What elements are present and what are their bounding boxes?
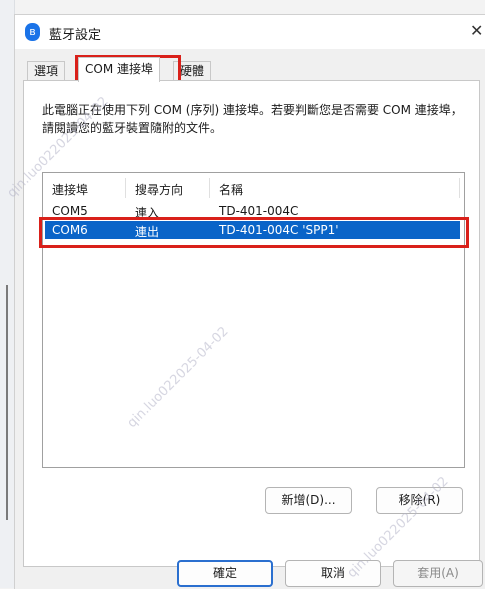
name-cell: TD-401-004C bbox=[219, 204, 299, 218]
background-scrollbar[interactable] bbox=[6, 285, 8, 520]
ok-button[interactable]: 確定 bbox=[177, 560, 273, 587]
column-divider bbox=[459, 178, 460, 198]
apply-button[interactable]: 套用(A) bbox=[393, 560, 483, 587]
tab-options[interactable]: 選項 bbox=[27, 61, 66, 81]
column-header-name[interactable]: 名稱 bbox=[219, 181, 243, 198]
background-window-edge bbox=[0, 0, 15, 588]
tab-com-ports[interactable]: COM 連接埠 bbox=[78, 57, 160, 82]
remove-button[interactable]: 移除(R) bbox=[376, 487, 463, 514]
description-text: 此電腦正在使用下列 COM (序列) 連接埠。若要判斷您是否需要 COM 連接埠… bbox=[42, 103, 463, 135]
bluetooth-settings-dialog: ʙ 藍牙設定 ✕ 選項 COM 連接埠 硬體 此電腦正在使用下列 COM (序列… bbox=[14, 14, 485, 589]
add-button[interactable]: 新增(D)... bbox=[265, 487, 352, 514]
bluetooth-icon: ʙ bbox=[25, 23, 40, 41]
title-bar: ʙ 藍牙設定 ✕ bbox=[15, 15, 485, 49]
port-cell: COM5 bbox=[52, 204, 88, 218]
window-title: 藍牙設定 bbox=[49, 28, 102, 43]
column-divider bbox=[125, 178, 126, 198]
row-highlight-box bbox=[39, 217, 469, 248]
tab-strip: 選項 COM 連接埠 硬體 bbox=[15, 49, 485, 82]
close-icon[interactable]: ✕ bbox=[470, 21, 483, 40]
column-header-direction[interactable]: 搜尋方向 bbox=[135, 181, 183, 198]
column-header-port[interactable]: 連接埠 bbox=[52, 181, 88, 198]
com-ports-panel: 此電腦正在使用下列 COM (序列) 連接埠。若要判斷您是否需要 COM 連接埠… bbox=[23, 80, 480, 567]
column-divider bbox=[209, 178, 210, 198]
cancel-button[interactable]: 取消 bbox=[285, 560, 381, 587]
